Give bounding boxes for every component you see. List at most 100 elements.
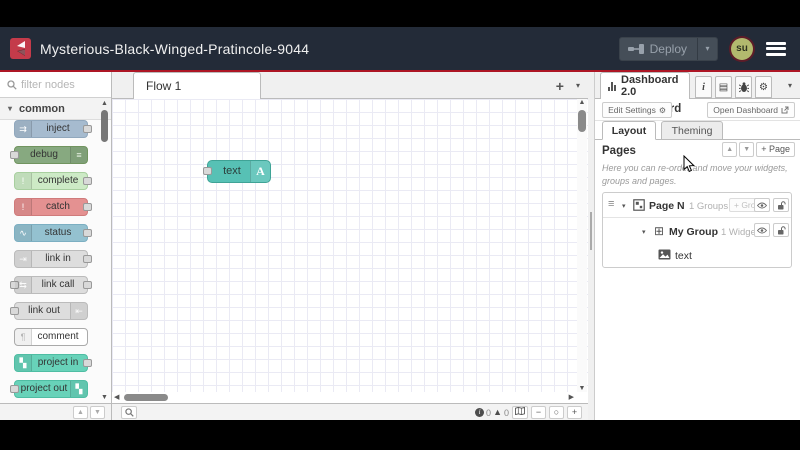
- palette-scrollbar[interactable]: ▲ ▼: [100, 100, 109, 401]
- move-page-down-button[interactable]: ▼: [739, 142, 755, 157]
- unlock-icon: [777, 200, 786, 209]
- open-dashboard-button[interactable]: Open Dashboard: [707, 102, 795, 118]
- edit-settings-button[interactable]: Edit Settings ⚙: [602, 102, 672, 118]
- palette-node-link-in[interactable]: ⇥ link in: [14, 250, 92, 268]
- scroll-up-icon[interactable]: ▲: [577, 99, 587, 106]
- sidebar-splitter[interactable]: [588, 72, 595, 420]
- tab-dashboard-2[interactable]: Dashboard 2.0: [600, 72, 690, 99]
- palette-category-common[interactable]: ▾ common: [0, 98, 111, 120]
- app-logo: [10, 38, 31, 59]
- page-name: Page N: [649, 200, 685, 212]
- hscroll-thumb[interactable]: [124, 394, 168, 401]
- palette-scrollbar-thumb[interactable]: [101, 110, 108, 142]
- palette-node-link-call[interactable]: ⇆ link call: [10, 276, 92, 294]
- palette-node-debug[interactable]: ≡ debug: [10, 146, 88, 164]
- scroll-down-icon[interactable]: ▼: [100, 394, 109, 401]
- palette-node-label: debug: [30, 149, 58, 160]
- sidebar: Dashboard 2.0 i ▤ ⚙ ▾ Edit Settings ⚙ Op…: [595, 72, 800, 420]
- tab-info[interactable]: i: [695, 76, 712, 98]
- expand-all-categories-button[interactable]: ▼: [90, 405, 105, 419]
- canvas-vertical-scrollbar[interactable]: ▲ ▼: [577, 99, 587, 392]
- node-port: [83, 203, 92, 211]
- add-flow-button[interactable]: +: [556, 78, 564, 94]
- group-visibility-button[interactable]: [754, 223, 770, 237]
- eye-icon: [757, 202, 767, 208]
- pages-heading: Pages: [602, 145, 636, 157]
- palette-node-catch[interactable]: ! catch: [14, 198, 92, 216]
- zoom-in-button[interactable]: +: [567, 406, 582, 419]
- palette-node-status[interactable]: ∿ status: [14, 224, 92, 242]
- zoom-lens-button[interactable]: [121, 406, 137, 419]
- palette-node-label: project out: [20, 383, 68, 394]
- tab-debug[interactable]: [735, 76, 752, 98]
- scroll-down-icon[interactable]: ▼: [577, 385, 587, 392]
- node-label: text: [223, 165, 241, 177]
- scroll-left-icon[interactable]: ◀: [114, 392, 119, 403]
- scroll-right-icon[interactable]: ▶: [569, 392, 574, 403]
- chevron-down-icon[interactable]: ▾: [642, 228, 646, 236]
- canvas-node-text[interactable]: text A: [203, 160, 271, 183]
- filter-nodes-input[interactable]: [21, 78, 101, 91]
- bug-icon: [738, 81, 749, 92]
- workspace-footer: i 0 ▲ 0 − ○ +: [112, 403, 588, 420]
- deploy-label: Deploy: [649, 41, 687, 56]
- deploy-options-caret[interactable]: ▾: [697, 37, 717, 60]
- node-red-editor: Mysterious-Black-Winged-Pratincole-9044 …: [0, 27, 800, 420]
- palette-node-label: link in: [45, 253, 71, 264]
- tree-row-widget[interactable]: text: [603, 243, 791, 267]
- palette-search[interactable]: [0, 72, 111, 98]
- navigator-button[interactable]: [512, 406, 528, 419]
- node-input-port[interactable]: [203, 167, 212, 175]
- deploy-icon: [627, 43, 644, 54]
- palette-node-link-out[interactable]: ⇤ link out: [10, 302, 88, 320]
- image-icon: [658, 249, 671, 260]
- vscroll-thumb[interactable]: [578, 110, 586, 132]
- palette-node-project-in[interactable]: ▚ project in: [14, 354, 92, 372]
- info-icon: i: [475, 408, 485, 417]
- palette-node-label: comment: [37, 331, 79, 342]
- page-visibility-button[interactable]: [754, 198, 770, 212]
- sidebar-tabs-caret[interactable]: ▾: [788, 81, 792, 90]
- node-palette: ▾ common ⇉inject ≡debug !complete !catch ∿st…: [0, 72, 112, 420]
- palette-node-complete[interactable]: ! complete: [14, 172, 92, 190]
- group-lock-button[interactable]: [773, 223, 789, 237]
- add-page-button[interactable]: + Page: [756, 142, 795, 157]
- node-port: [83, 125, 92, 133]
- edit-settings-label: Edit Settings: [608, 105, 656, 115]
- palette-node-project-out[interactable]: ▚ project out: [10, 380, 88, 398]
- main-menu-icon[interactable]: [766, 41, 786, 56]
- tab-help[interactable]: ▤: [715, 76, 732, 98]
- tab-flow-1[interactable]: Flow 1: [133, 72, 261, 99]
- search-icon: [7, 79, 17, 90]
- move-page-up-button[interactable]: ▲: [722, 142, 738, 157]
- search-icon: [124, 408, 134, 417]
- dashboard-subtabs: Layout Theming: [595, 121, 800, 140]
- drag-handle-icon[interactable]: ≡: [608, 198, 614, 210]
- collapse-all-categories-button[interactable]: ▲: [73, 405, 88, 419]
- workspace: Flow 1 + ▾ text A ▲ ▼ ◀ ▶ i 0 ▲ 0 − ○ +: [112, 72, 588, 420]
- tab-config-nodes[interactable]: ⚙: [755, 76, 772, 98]
- zoom-out-button[interactable]: −: [531, 406, 546, 419]
- canvas-horizontal-scrollbar[interactable]: ◀ ▶: [112, 392, 576, 403]
- palette-node-comment[interactable]: ¶ comment: [14, 328, 88, 346]
- scroll-up-icon[interactable]: ▲: [100, 100, 109, 107]
- page-lock-button[interactable]: [773, 198, 789, 212]
- tree-row-group[interactable]: ▾ ⊞ My Group 1 Widgets: [603, 218, 791, 243]
- tab-theming[interactable]: Theming: [661, 121, 723, 140]
- unlock-icon: [777, 225, 786, 234]
- info-icon: i: [702, 81, 705, 93]
- tree-row-page[interactable]: ≡ ▾ Page N 1 Groups + Group: [603, 193, 791, 218]
- zoom-reset-button[interactable]: ○: [549, 406, 564, 419]
- book-icon: ▤: [718, 81, 729, 93]
- flow-canvas[interactable]: text A: [112, 99, 588, 392]
- palette-node-inject[interactable]: ⇉ inject: [14, 120, 92, 138]
- flow-list-caret[interactable]: ▾: [576, 81, 580, 90]
- chevron-down-icon[interactable]: ▾: [622, 202, 626, 210]
- user-avatar[interactable]: su: [731, 37, 753, 60]
- deploy-button[interactable]: Deploy ▾: [618, 36, 718, 61]
- tab-layout[interactable]: Layout: [602, 121, 656, 140]
- palette-node-label: catch: [46, 201, 70, 212]
- palette-node-label: link out: [28, 305, 60, 316]
- notice-counts[interactable]: i 0 ▲ 0: [475, 408, 509, 418]
- node-port: [83, 359, 92, 367]
